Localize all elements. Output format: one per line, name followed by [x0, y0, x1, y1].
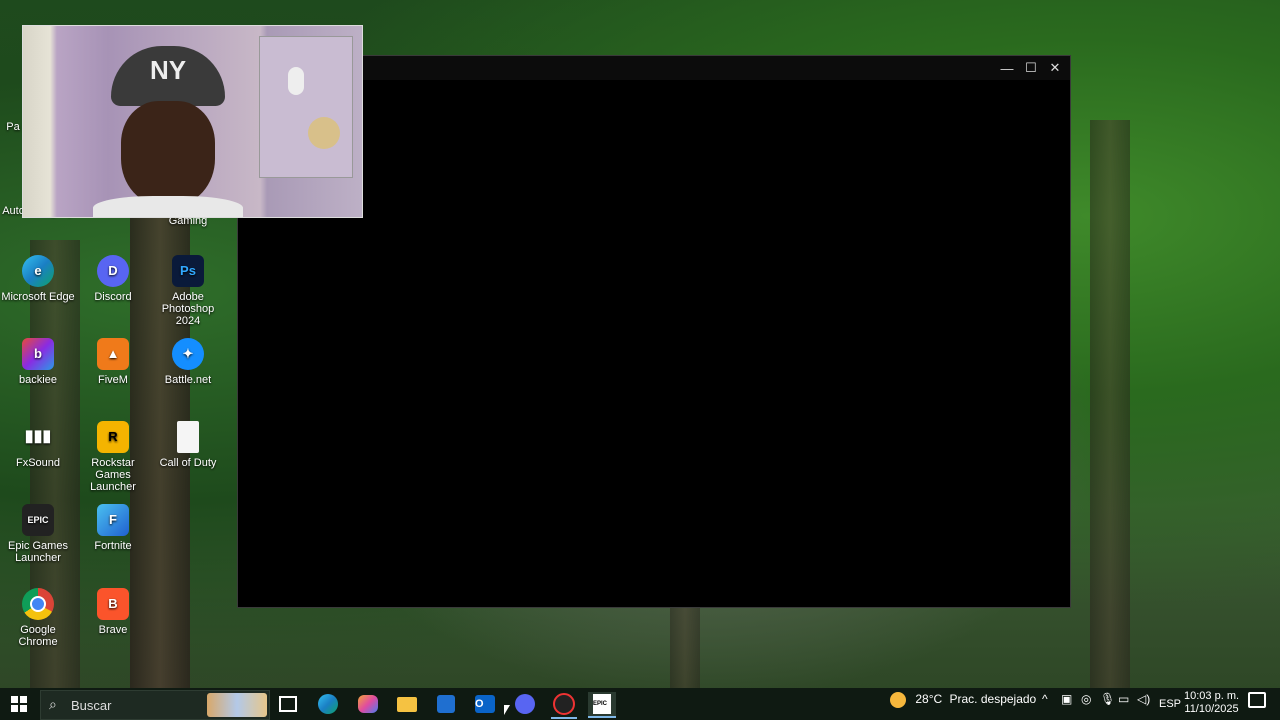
mouse-cursor: [504, 705, 510, 715]
weather-temperature: 28°C: [915, 692, 943, 707]
epic-games-icon: EPIC: [593, 694, 611, 714]
desktop-icon-epic-games[interactable]: EPIC Epic Games Launcher: [1, 504, 75, 564]
webcam-person: NY: [93, 46, 243, 217]
photoshop-icon: Ps: [172, 255, 204, 287]
desktop-icon-discord[interactable]: D Discord: [76, 255, 150, 303]
outlook-icon: O: [475, 695, 495, 713]
desktop-icon-brave[interactable]: B Brave: [76, 588, 150, 636]
desktop-icon-label: Rockstar Games Launcher: [90, 457, 136, 493]
minimize-button[interactable]: —: [995, 56, 1019, 80]
brave-icon: B: [97, 588, 129, 620]
tray-camera-icon[interactable]: ◎: [1081, 692, 1091, 706]
maximize-button[interactable]: ☐: [1019, 56, 1043, 80]
clock[interactable]: 10:03 p. m. 11/10/2025: [1184, 690, 1239, 716]
record-icon: [553, 693, 575, 715]
volume-icon[interactable]: ◁): [1137, 692, 1150, 706]
epic-games-icon: EPIC: [22, 504, 54, 536]
taskbar-store[interactable]: [432, 692, 460, 716]
microphone-icon[interactable]: 🎙: [1100, 692, 1115, 706]
clock-time: 10:03 p. m.: [1184, 690, 1240, 702]
network-icon[interactable]: ▭: [1118, 692, 1129, 706]
cap: NY: [111, 46, 225, 106]
language-indicator[interactable]: ESP: [1159, 698, 1181, 710]
show-hidden-icons-button[interactable]: ^: [1042, 692, 1048, 706]
discord-icon: D: [97, 255, 129, 287]
folder-icon: [397, 696, 417, 712]
desktop-icon-fxsound[interactable]: ▮▮▮ FxSound: [1, 421, 75, 470]
search-highlight-image: [207, 693, 267, 717]
desktop-icon-call-of-duty[interactable]: Call of Duty: [151, 421, 225, 469]
fortnite-icon: F: [97, 504, 129, 536]
desktop-icon-fortnite[interactable]: F Fortnite: [76, 504, 150, 552]
taskbar-edge[interactable]: [314, 692, 342, 716]
taskbar-discord-app[interactable]: [511, 692, 539, 716]
desktop-icon-label: backiee: [19, 374, 57, 386]
poster: [259, 36, 353, 178]
file-icon: [177, 421, 199, 453]
taskbar-outlook[interactable]: O: [471, 692, 499, 716]
desktop-icon-label: Google Chrome: [18, 624, 58, 648]
taskbar-search-box[interactable]: ⌕ Buscar: [40, 690, 270, 720]
active-indicator: [551, 717, 577, 719]
desktop-icon-microsoft-edge[interactable]: e Microsoft Edge: [1, 255, 75, 303]
taskbar-recording-app[interactable]: [550, 692, 578, 716]
search-icon: ⌕: [49, 696, 57, 712]
fivem-icon: ▲: [97, 338, 129, 370]
desktop-icon-fivem[interactable]: ▲ FiveM: [76, 338, 150, 386]
desktop-icon-label: Microsoft Edge: [1, 291, 75, 303]
clock-date: 11/10/2025: [1184, 703, 1239, 715]
windows-start-button[interactable]: [5, 692, 33, 716]
edge-icon: [318, 694, 338, 714]
copilot-icon: [358, 695, 378, 713]
desktop-icon-label: Epic Games Launcher: [8, 540, 68, 564]
close-button[interactable]: ✕: [1043, 56, 1067, 80]
taskbar-copilot[interactable]: [354, 692, 382, 716]
notification-icon: [1248, 692, 1266, 708]
search-placeholder: Buscar: [71, 698, 112, 713]
taskbar-epic-games[interactable]: EPIC: [588, 692, 616, 718]
desktop-icon-battlenet[interactable]: ✦ Battle.net: [151, 338, 225, 386]
discord-icon: [515, 694, 535, 714]
desktop-icon-label: Discord: [94, 291, 132, 303]
battlenet-icon: ✦: [172, 338, 204, 370]
rockstar-icon: R: [97, 421, 129, 453]
weather-condition: Prac. despejado: [949, 692, 1037, 707]
desktop-icon-label: Call of Duty: [159, 457, 217, 469]
webcam-overlay: NY: [22, 25, 363, 218]
taskbar-file-explorer[interactable]: [393, 692, 421, 716]
task-view-button[interactable]: [274, 692, 302, 716]
shirt: [93, 196, 243, 217]
chrome-icon: [22, 588, 54, 620]
desktop-icon-label: Pa: [6, 121, 20, 133]
tree-trunk: [670, 600, 700, 688]
desktop-icon-label: Adobe Photoshop 2024: [161, 291, 215, 327]
desktop-icon-label: Brave: [98, 624, 128, 636]
store-icon: [437, 695, 455, 713]
tray-app-icon[interactable]: ▣: [1061, 692, 1072, 706]
desktop-icon-label: FiveM: [98, 374, 128, 386]
desktop-icon-label: FxSound: [15, 457, 61, 469]
windows-icon: [11, 696, 27, 712]
desktop-icon-label: Fortnite: [94, 540, 132, 552]
desktop-icon-label: Battle.net: [164, 374, 212, 386]
desktop-icon-backiee[interactable]: b backiee: [1, 338, 75, 386]
task-view-icon: [279, 696, 297, 712]
fxsound-icon: ▮▮▮: [24, 428, 52, 445]
desktop-icon-photoshop[interactable]: Ps Adobe Photoshop 2024: [151, 255, 225, 327]
desktop-icon-google-chrome[interactable]: Google Chrome: [1, 588, 75, 648]
weather-sun-icon: [890, 692, 906, 708]
notifications-button[interactable]: [1248, 692, 1266, 711]
backiee-icon: b: [22, 338, 54, 370]
desktop-icon-rockstar[interactable]: R Rockstar Games Launcher: [76, 421, 150, 493]
face: [121, 101, 215, 206]
tree-trunk: [1090, 120, 1130, 688]
weather-widget[interactable]: 28°C Prac. despejado: [890, 692, 1036, 708]
edge-icon: e: [22, 255, 54, 287]
